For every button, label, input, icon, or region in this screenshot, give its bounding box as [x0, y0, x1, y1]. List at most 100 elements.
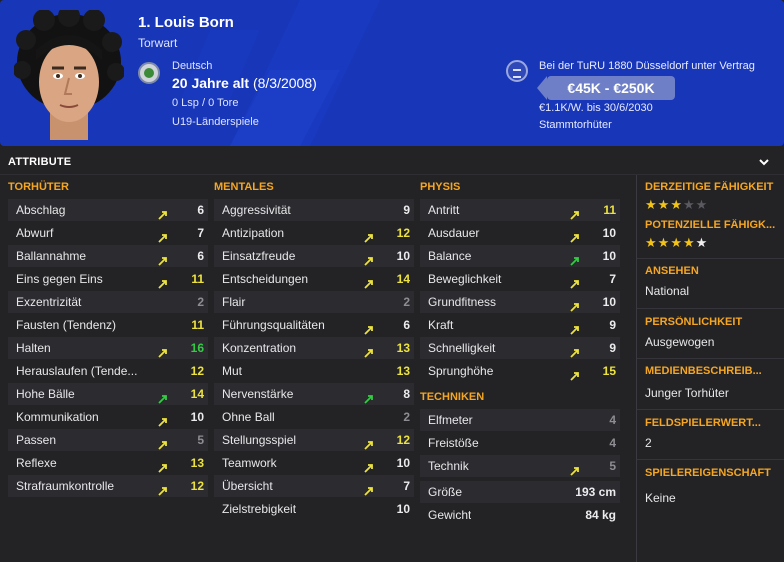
- attribute-row[interactable]: Sprunghöhe 15: [420, 360, 620, 382]
- attribute-row[interactable]: Exzentrizität 2: [8, 291, 208, 313]
- attribute-value: 2: [403, 410, 410, 424]
- attribute-label: Stellungsspiel: [222, 433, 297, 447]
- club-contract[interactable]: Bei der TuRU 1880 Düsseldorf unter Vertr…: [539, 60, 755, 72]
- player-traits-title: SPIELEREIGENSCHAFT: [645, 467, 771, 479]
- attribute-row[interactable]: Mut 13: [214, 360, 414, 382]
- attribute-row[interactable]: Abwurf 7: [8, 222, 208, 244]
- attribute-label: Grundfitness: [428, 295, 497, 309]
- arrow-up-icon: [364, 251, 374, 266]
- attribute-value: 9: [609, 318, 616, 332]
- club-badge-icon[interactable]: [506, 60, 528, 82]
- attribute-value: 2: [197, 295, 204, 309]
- attribute-row[interactable]: Fausten (Tendenz) 11: [8, 314, 208, 336]
- attribute-row[interactable]: Ballannahme 6: [8, 245, 208, 267]
- attribute-label: Balance: [428, 249, 472, 263]
- attribute-label: Hohe Bälle: [16, 387, 75, 401]
- player-name[interactable]: 1. Louis Born: [138, 14, 234, 31]
- attribute-label: Kraft: [428, 318, 454, 332]
- attribute-label: Führungsqualitäten: [222, 318, 325, 332]
- attribute-row[interactable]: Abschlag 6: [8, 199, 208, 221]
- star-icon: ★: [645, 197, 658, 212]
- attribute-row[interactable]: Antritt 11: [420, 199, 620, 221]
- attribute-label: Konzentration: [222, 341, 297, 355]
- nationality[interactable]: Deutsch: [172, 60, 212, 72]
- current-ability-title: DERZEITIGE FÄHIGKEIT: [645, 181, 774, 193]
- arrow-up-icon: [364, 458, 374, 473]
- star-icon: ★: [657, 197, 671, 212]
- attribute-row[interactable]: Kraft 9: [420, 314, 620, 336]
- dob-text: (8/3/2008): [252, 75, 317, 91]
- attribute-row[interactable]: Hohe Bälle 14: [8, 383, 208, 405]
- section-mental: MENTALES: [214, 181, 274, 193]
- attribute-row[interactable]: Einsatzfreude 10: [214, 245, 414, 267]
- attribute-row[interactable]: Passen 5: [8, 429, 208, 451]
- attribute-row[interactable]: Balance 10: [420, 245, 620, 267]
- arrow-up-icon: [364, 343, 374, 358]
- attribute-value: 10: [396, 249, 410, 263]
- attribute-label: Exzentrizität: [16, 295, 82, 309]
- attribute-row[interactable]: Konzentration 13: [214, 337, 414, 359]
- attribute-value: 10: [190, 410, 204, 424]
- star-icon: ★: [695, 235, 709, 250]
- attribute-value: 5: [609, 459, 616, 473]
- chevron-down-icon[interactable]: [758, 156, 770, 168]
- arrow-up-icon: [570, 320, 580, 335]
- body-label: Gewicht: [428, 508, 472, 522]
- player-portrait: [14, 10, 124, 140]
- attribute-row[interactable]: Schnelligkeit 9: [420, 337, 620, 359]
- attribute-row[interactable]: Reflexe 13: [8, 452, 208, 474]
- attribute-row[interactable]: Halten 16: [8, 337, 208, 359]
- attribute-row[interactable]: Herauslaufen (Tende... 12: [8, 360, 208, 382]
- arrow-up-icon: [570, 343, 580, 358]
- attribute-row[interactable]: Grundfitness 10: [420, 291, 620, 313]
- attribute-row[interactable]: Führungsqualitäten 6: [214, 314, 414, 336]
- attribute-value: 8: [403, 387, 410, 401]
- star-icon: ★: [670, 235, 683, 250]
- attribute-row[interactable]: Stellungsspiel 12: [214, 429, 414, 451]
- nation-flag-icon[interactable]: [138, 62, 160, 84]
- attribute-value: 12: [396, 226, 410, 240]
- attribute-value: 11: [191, 272, 204, 286]
- attribute-row[interactable]: Ohne Ball 2: [214, 406, 414, 428]
- attribute-row[interactable]: Nervenstärke 8: [214, 383, 414, 405]
- arrow-up-icon: [158, 228, 168, 243]
- arrow-up-icon: [364, 320, 374, 335]
- attribute-label: Antizipation: [222, 226, 285, 240]
- attribute-row[interactable]: Zielstrebigkeit 10: [214, 498, 414, 520]
- attribute-value: 14: [396, 272, 410, 286]
- attribute-label: Antritt: [428, 203, 460, 217]
- attribute-label: Strafraumkontrolle: [16, 479, 115, 493]
- arrow-up-icon: [158, 435, 168, 450]
- attribute-row[interactable]: Strafraumkontrolle 12: [8, 475, 208, 497]
- attribute-row[interactable]: Kommunikation 10: [8, 406, 208, 428]
- star-icon: ★: [670, 197, 683, 212]
- attribute-row[interactable]: Antizipation 12: [214, 222, 414, 244]
- side-divider: [637, 409, 784, 410]
- attribute-label: Reflexe: [16, 456, 57, 470]
- attribute-label: Eins gegen Eins: [16, 272, 103, 286]
- attribute-label: Herauslaufen (Tende...: [16, 364, 138, 378]
- attribute-row[interactable]: Flair 2: [214, 291, 414, 313]
- attribute-value: 7: [609, 272, 616, 286]
- attribute-row[interactable]: Elfmeter 4: [420, 409, 620, 431]
- attribute-label: Sprunghöhe: [428, 364, 494, 378]
- attribute-row[interactable]: Entscheidungen 14: [214, 268, 414, 290]
- arrow-up-icon: [158, 343, 168, 358]
- attribute-row[interactable]: Aggressivität 9: [214, 199, 414, 221]
- arrow-up-icon: [158, 412, 168, 427]
- arrow-up-icon: [158, 389, 168, 404]
- attribute-row[interactable]: Beweglichkeit 7: [420, 268, 620, 290]
- attribute-row[interactable]: Eins gegen Eins 11: [8, 268, 208, 290]
- attribute-row[interactable]: Teamwork 10: [214, 452, 414, 474]
- attribute-row[interactable]: Freistöße 4: [420, 432, 620, 454]
- attribute-label: Halten: [16, 341, 51, 355]
- arrow-up-icon: [364, 228, 374, 243]
- arrow-up-icon: [158, 251, 168, 266]
- attribute-row[interactable]: Ausdauer 10: [420, 222, 620, 244]
- attribute-value: 4: [609, 436, 616, 450]
- attribute-row[interactable]: Technik 5: [420, 455, 620, 477]
- attribute-row[interactable]: Übersicht 7: [214, 475, 414, 497]
- attribute-label: Passen: [16, 433, 57, 447]
- attribute-value: 12: [190, 479, 204, 493]
- attribute-value: 11: [191, 318, 204, 332]
